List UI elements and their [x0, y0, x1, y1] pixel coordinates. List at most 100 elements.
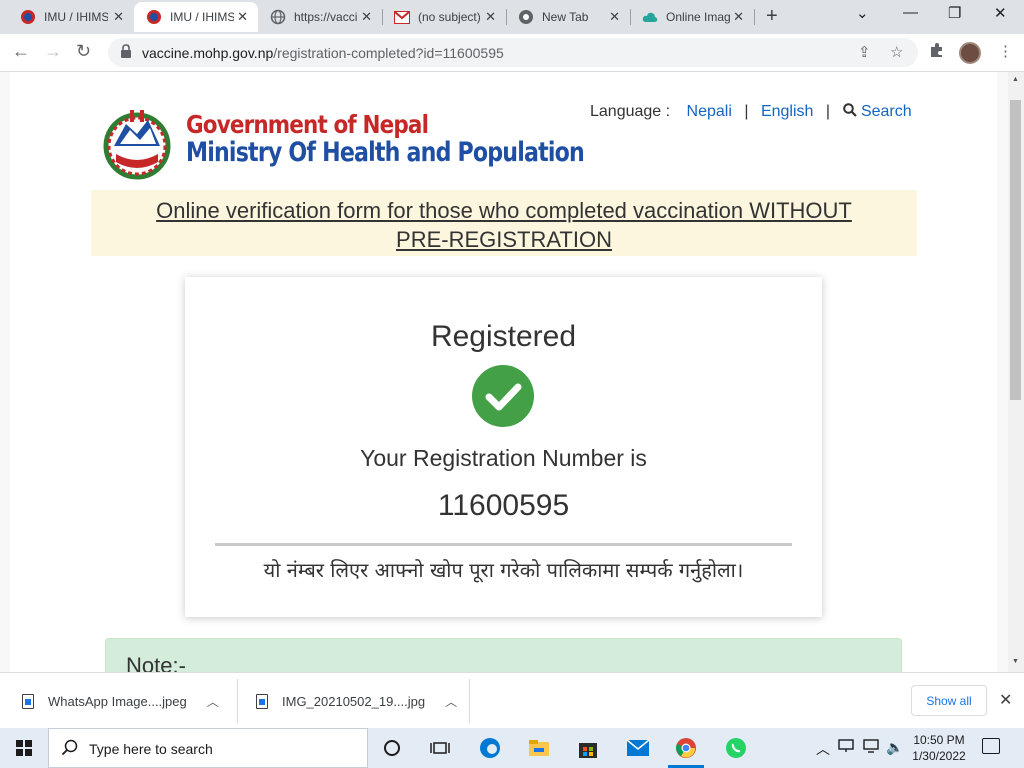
tab-separator [754, 9, 755, 25]
tab-search-chevron-icon[interactable]: ⌄ [856, 4, 869, 22]
forward-arrow-icon[interactable]: → [44, 41, 62, 62]
chevron-up-icon[interactable]: ︿ [207, 693, 219, 710]
separator: | [744, 103, 749, 120]
banner-title-line1[interactable]: Online verification form for those who c… [156, 198, 852, 223]
close-icon[interactable]: ✕ [733, 9, 744, 25]
whatsapp-icon[interactable] [724, 736, 748, 760]
cortana-icon[interactable] [380, 736, 404, 760]
nepali-instruction: यो नंम्बर लिएर आफ्नो खोप पूरा गरेको पालि… [263, 558, 744, 582]
image-file-icon [256, 693, 268, 709]
speaker-icon[interactable]: 🔈 [886, 739, 903, 756]
language-bar: Language : Nepali | English | Search [590, 103, 912, 121]
chevron-up-icon[interactable]: ︿ [445, 693, 457, 710]
nepali-language-link[interactable]: Nepali [687, 103, 732, 120]
notification-center-icon[interactable] [982, 738, 1000, 754]
image-file-icon [22, 693, 34, 709]
nepal-emblem-logo [100, 106, 174, 180]
page-scrollbar[interactable]: ▲ ▼ [1008, 72, 1024, 672]
tab-title: (no subject) [418, 10, 481, 24]
scroll-up-arrow-icon[interactable]: ▲ [1012, 76, 1019, 83]
download-item[interactable]: IMG_20210502_19....jpg ︿ [256, 673, 457, 729]
url-domain: vaccine.mohp.gov.np [142, 45, 274, 61]
file-explorer-icon[interactable] [527, 736, 551, 760]
registration-card: Registered Your Registration Number is 1… [185, 277, 822, 617]
separator: | [825, 103, 831, 120]
address-bar[interactable]: vaccine.mohp.gov.np/registration-complet… [108, 38, 918, 67]
registration-number-label: Your Registration Number is [360, 445, 647, 471]
scrollbar-thumb[interactable] [1010, 100, 1021, 400]
close-window-icon[interactable]: ✕ [994, 4, 1007, 22]
edge-icon[interactable] [478, 736, 502, 760]
profile-avatar[interactable] [959, 42, 981, 64]
download-filename: WhatsApp Image....jpeg [48, 693, 187, 709]
microsoft-store-icon[interactable] [576, 736, 600, 760]
page-banner: Online verification form for those who c… [91, 190, 917, 256]
note-label: Note:- [126, 653, 186, 672]
english-language-link[interactable]: English [761, 103, 813, 120]
clock-time: 10:50 PM [913, 733, 965, 747]
share-icon[interactable]: ⇪ [858, 43, 871, 61]
ministry-title: Ministry Of Health and Population [186, 137, 585, 168]
task-view-icon[interactable] [428, 736, 452, 760]
banner-title-line2[interactable]: PRE-REGISTRATION [396, 227, 612, 252]
restore-icon[interactable]: ❐ [948, 4, 961, 22]
browser-toolbar: ← → ↻ vaccine.mohp.gov.np/registration-c… [0, 34, 1024, 72]
browser-tab-active[interactable]: IMU / IHIMS ✕ [134, 2, 258, 32]
tab-title: New Tab [542, 10, 589, 24]
mail-icon[interactable] [626, 736, 650, 760]
download-shelf: WhatsApp Image....jpeg ︿ IMG_20210502_19… [0, 672, 1024, 728]
note-box: Note:- [105, 638, 902, 672]
government-title: Government of Nepal [186, 110, 429, 139]
search-icon [61, 739, 79, 762]
download-filename: IMG_20210502_19....jpg [282, 693, 426, 709]
scroll-down-arrow-icon[interactable]: ▼ [1012, 658, 1019, 665]
back-arrow-icon[interactable]: ← [12, 41, 30, 62]
extensions-puzzle-icon[interactable] [929, 42, 945, 62]
lock-icon[interactable] [120, 44, 132, 64]
search-icon [842, 103, 861, 120]
browser-tab[interactable]: Online Image ✕ [630, 2, 754, 32]
menu-kebab-icon[interactable]: ⋮ [998, 42, 1013, 60]
gmail-icon [394, 9, 410, 25]
browser-tab[interactable]: (no subject) ✕ [382, 2, 506, 32]
search-link[interactable]: Search [842, 103, 912, 120]
close-icon[interactable]: ✕ [999, 690, 1012, 710]
chrome-icon[interactable] [674, 736, 698, 760]
close-icon[interactable]: ✕ [113, 9, 124, 25]
tab-title: IMU / IHIMS [44, 10, 108, 24]
url-text[interactable]: vaccine.mohp.gov.np/registration-complet… [142, 45, 504, 61]
browser-tab[interactable]: New Tab ✕ [506, 2, 630, 32]
language-label: Language : [590, 103, 671, 120]
windows-taskbar: Type here to search ︿ 🔈 10:50 PM 1/30/20… [0, 728, 1024, 768]
close-icon[interactable]: ✕ [361, 9, 372, 25]
registration-number: 11600595 [437, 489, 570, 522]
browser-tab[interactable]: https://vaccine.mohp ✕ [258, 2, 382, 32]
tab-title: https://vaccine.mohp [294, 10, 358, 24]
close-icon[interactable]: ✕ [237, 9, 248, 25]
bookmark-star-icon[interactable]: ☆ [890, 43, 903, 61]
globe-icon [270, 9, 286, 25]
monitor-icon[interactable] [863, 739, 879, 756]
windows-start-icon[interactable] [16, 740, 32, 756]
reload-icon[interactable]: ↻ [76, 41, 91, 62]
url-path: /registration-completed?id=11600595 [273, 45, 504, 61]
show-all-button[interactable]: Show all [911, 685, 987, 716]
page-viewport: Government of Nepal Ministry Of Health a… [0, 72, 1008, 672]
chrome-icon [518, 9, 534, 25]
new-tab-plus-icon[interactable]: + [766, 5, 778, 28]
network-icon[interactable] [838, 739, 854, 756]
chevron-up-icon[interactable]: ︿ [816, 739, 830, 759]
page-content: Government of Nepal Ministry Of Health a… [10, 72, 997, 672]
minimize-icon[interactable]: — [903, 4, 918, 21]
browser-tab[interactable]: IMU / IHIMS ✕ [0, 2, 134, 32]
browser-tab-strip: IMU / IHIMS ✕ IMU / IHIMS ✕ https://vacc… [0, 0, 1024, 34]
download-item[interactable]: WhatsApp Image....jpeg ︿ [22, 673, 219, 729]
close-icon[interactable]: ✕ [609, 9, 620, 25]
nepal-emblem-icon [20, 9, 36, 25]
taskbar-search-input[interactable]: Type here to search [48, 728, 368, 768]
divider [469, 679, 470, 723]
tab-title: IMU / IHIMS [170, 10, 234, 24]
close-icon[interactable]: ✕ [485, 9, 496, 25]
checkmark-icon [472, 365, 534, 427]
system-clock[interactable]: 10:50 PM 1/30/2022 [906, 732, 972, 764]
